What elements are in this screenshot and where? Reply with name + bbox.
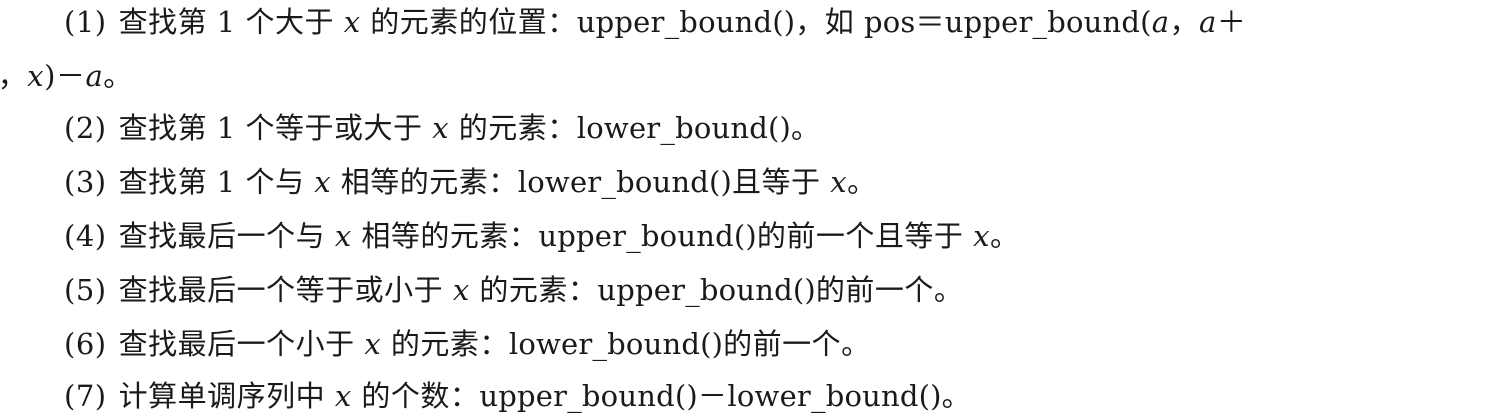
math-variable: x bbox=[830, 165, 848, 199]
list-item-3: (3) 查找第 1 个与 x 相等的元素：lower_bound()且等于 x。 bbox=[64, 162, 877, 202]
text: － bbox=[697, 379, 728, 413]
math-variable: x bbox=[334, 379, 352, 413]
text: ， bbox=[1169, 5, 1200, 39]
text: 相等的元素： bbox=[351, 219, 539, 253]
text: ， bbox=[0, 59, 28, 93]
list-item-1: (1) 查找第 1 个大于 x 的元素的位置：upper_bound()，如 po… bbox=[64, 2, 1246, 42]
text: 计算单调序列中 bbox=[118, 379, 335, 413]
item-number: (5) bbox=[64, 273, 107, 307]
function-name: upper_bound() bbox=[576, 5, 796, 39]
text: 相等的元素： bbox=[331, 165, 518, 199]
math-variable: x bbox=[334, 219, 352, 253]
math-variable: x bbox=[432, 111, 450, 145]
function-name: upper_bound() bbox=[538, 219, 757, 253]
math-variable: x bbox=[973, 219, 990, 253]
text: 查找第 1 个大于 bbox=[118, 5, 344, 39]
list-item-4: (4) 查找最后一个与 x 相等的元素：upper_bound()的前一个且等于 … bbox=[64, 216, 1019, 256]
text: ＋ bbox=[1216, 5, 1247, 39]
text: 的前一个。 bbox=[723, 327, 871, 361]
text: 的个数： bbox=[351, 379, 480, 413]
text: 的前一个且等于 bbox=[756, 219, 974, 253]
function-name: upper_bound() bbox=[597, 273, 816, 307]
function-name: lower_bound() bbox=[727, 379, 942, 413]
text: 的元素： bbox=[381, 327, 509, 361]
math-variable: a bbox=[85, 59, 104, 93]
list-item-2: (2) 查找第 1 个等于或大于 x 的元素：lower_bound()。 bbox=[64, 108, 821, 148]
text: 。 bbox=[791, 111, 821, 145]
document-page: (1) 查找第 1 个大于 x 的元素的位置：upper_bound()，如 po… bbox=[0, 0, 1508, 417]
text: 。 bbox=[989, 219, 1020, 253]
item-number: (3) bbox=[64, 165, 107, 199]
item-number: (7) bbox=[64, 379, 107, 413]
text: 。 bbox=[103, 59, 133, 93]
text: 查找最后一个小于 bbox=[118, 327, 365, 361]
text: 。 bbox=[941, 379, 972, 413]
math-variable: x bbox=[314, 165, 332, 199]
math-variable: x bbox=[452, 273, 470, 307]
math-variable: x bbox=[343, 5, 361, 39]
text: 查找第 1 个等于或大于 bbox=[118, 111, 433, 145]
text: 的前一个。 bbox=[815, 273, 964, 307]
text: 的元素： bbox=[449, 111, 577, 145]
math-variable: a bbox=[1199, 5, 1217, 39]
text: 查找第 1 个与 bbox=[118, 165, 315, 199]
text: 。 bbox=[847, 165, 877, 199]
item-number: (1) bbox=[64, 5, 107, 39]
text: )－ bbox=[44, 59, 86, 93]
function-name: upper_bound() bbox=[479, 379, 698, 413]
math-variable: x bbox=[364, 327, 382, 361]
text: 的元素的位置： bbox=[360, 5, 577, 39]
math-variable: a bbox=[1151, 5, 1170, 39]
list-item-6: (6) 查找最后一个小于 x 的元素：lower_bound()的前一个。 bbox=[64, 324, 871, 364]
text: ，如 bbox=[795, 5, 864, 39]
item-number: (2) bbox=[64, 111, 107, 145]
math-variable: x bbox=[27, 59, 45, 93]
function-name: lower_bound() bbox=[517, 165, 733, 199]
text: 的元素： bbox=[469, 273, 598, 307]
list-item-1-continuation: ı，x)－a。 bbox=[0, 56, 133, 96]
text: 查找最后一个与 bbox=[118, 219, 335, 253]
text: 查找最后一个等于或小于 bbox=[118, 273, 453, 307]
list-item-7: (7) 计算单调序列中 x 的个数：upper_bound()－lower_bou… bbox=[64, 376, 971, 416]
code-expression: pos＝upper_bound( bbox=[864, 5, 1152, 39]
item-number: (4) bbox=[64, 219, 107, 253]
text: 且等于 bbox=[732, 165, 831, 199]
list-item-5: (5) 查找最后一个等于或小于 x 的元素：upper_bound()的前一个。 bbox=[64, 270, 963, 310]
function-name: lower_bound() bbox=[508, 327, 724, 361]
function-name: lower_bound() bbox=[576, 111, 792, 145]
item-number: (6) bbox=[64, 327, 107, 361]
